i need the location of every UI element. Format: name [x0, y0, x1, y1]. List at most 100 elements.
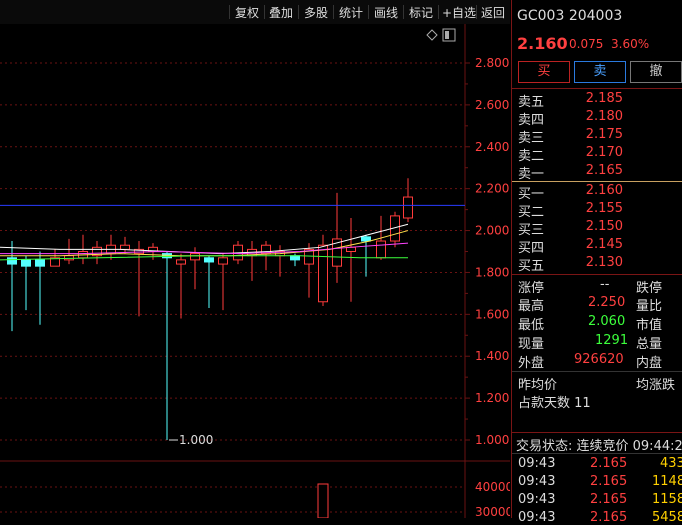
current-volume-value: 1291	[595, 333, 629, 348]
ask-row-2[interactable]: 卖二 2.170	[512, 145, 682, 164]
y-tick-label: 1.600	[475, 307, 509, 321]
bid-price: 2.130	[585, 255, 623, 270]
limit-down-label: 跌停	[636, 281, 663, 296]
total-volume-label: 总量	[636, 337, 663, 352]
candle-body	[376, 240, 386, 259]
y-tick-label: 2.600	[475, 98, 509, 112]
bid-label: 买二	[518, 205, 545, 220]
code-number: 204003	[568, 8, 623, 24]
volume-bars	[317, 483, 329, 518]
ask-row-1[interactable]: 卖一 2.165	[512, 163, 682, 182]
y-tick-label: 1.000	[475, 433, 509, 447]
toolbar-add-watchlist-button[interactable]: +自选	[442, 4, 476, 21]
divider	[512, 274, 682, 275]
chart-toolbar: 复权 叠加 多股 统计 画线 标记 +自选 返回	[0, 0, 510, 24]
candle-body	[190, 253, 200, 261]
toolbar-divider	[476, 5, 477, 19]
sell-button[interactable]: 卖	[574, 61, 626, 83]
trade-price: 2.165	[590, 492, 628, 507]
price-change-pct: 3.60%	[611, 37, 650, 51]
toolbar-stats-button[interactable]: 统计	[339, 4, 363, 21]
candle-body	[361, 236, 371, 242]
ask-label: 卖三	[518, 131, 545, 146]
toolbar-divider	[229, 5, 230, 19]
toolbar-divider	[368, 5, 369, 19]
divider	[512, 371, 682, 372]
prev-avg-price-label: 昨均价	[518, 378, 558, 393]
candle-body	[64, 255, 74, 261]
toolbar-overlay-button[interactable]: 叠加	[269, 4, 293, 21]
toolbar-divider	[438, 5, 439, 19]
ask-row-4[interactable]: 卖四 2.180	[512, 109, 682, 128]
ask-price: 2.180	[585, 109, 623, 124]
toolbar-divider	[333, 5, 334, 19]
candle-body	[403, 196, 413, 219]
y-tick-label: 1.200	[475, 391, 509, 405]
trade-volume: 1158	[652, 492, 682, 507]
ask-price: 2.165	[585, 163, 623, 178]
candles	[7, 178, 413, 440]
divider	[512, 453, 682, 454]
code-text: GC003	[517, 8, 565, 24]
ask-label: 卖五	[518, 95, 545, 110]
toolbar-divider	[403, 5, 404, 19]
candle-body	[204, 257, 214, 263]
y-tick-label: 2.200	[475, 182, 509, 196]
candlestick-chart[interactable]: 2.800 2.600 2.400 2.200 2.000 1.800 1.600 1.400…	[0, 24, 510, 518]
toolbar-fuquan-button[interactable]: 复权	[235, 4, 259, 21]
toolbar-draw-line-button[interactable]: 画线	[374, 4, 398, 21]
trade-time: 09:43	[518, 492, 556, 507]
toolbar-mark-button[interactable]: 标记	[409, 4, 433, 21]
ask-label: 卖一	[518, 167, 545, 182]
cancel-button[interactable]: 撤	[630, 61, 682, 83]
volume-tick-label: 40000	[475, 480, 510, 494]
funding-days: 占款天数 11	[518, 396, 591, 411]
outer-volume-value: 926620	[574, 352, 624, 367]
toolbar-back-button[interactable]: 返回	[481, 4, 505, 21]
candle-body	[7, 257, 17, 265]
candle-body	[290, 255, 300, 261]
trade-volume: 433	[660, 456, 682, 471]
candle-body	[176, 259, 186, 265]
outer-volume-label: 外盘	[518, 356, 545, 371]
bid-label: 买五	[518, 259, 545, 274]
y-tick-label: 2.000	[475, 224, 509, 238]
bid-label: 买三	[518, 223, 545, 238]
y-tick-label: 1.400	[475, 349, 509, 363]
y-tick-label: 2.400	[475, 140, 509, 154]
security-code: GC003 204003	[517, 8, 622, 24]
trade-time: 09:43	[518, 474, 556, 489]
bid-row-3[interactable]: 买三 2.150	[512, 219, 682, 238]
volume-tick-label: 30000	[475, 505, 510, 518]
ask-price: 2.170	[585, 145, 623, 160]
inner-volume-label: 内盘	[636, 356, 663, 371]
divider	[512, 432, 682, 433]
trade-volume: 1148	[652, 474, 682, 489]
y-tick-label: 1.800	[475, 265, 509, 279]
trade-status: 交易状态: 连续竞价 09:44:2	[516, 439, 682, 454]
panel-toggle-icon[interactable]	[442, 28, 456, 42]
bid-price: 2.155	[585, 201, 623, 216]
divider	[512, 88, 682, 89]
min-price-label: 1.000	[179, 433, 213, 447]
bid-row-5[interactable]: 买五 2.130	[512, 255, 682, 274]
bid-row-1[interactable]: 买一 2.160	[512, 183, 682, 202]
bid-row-2[interactable]: 买二 2.155	[512, 201, 682, 220]
ask-label: 卖四	[518, 113, 545, 128]
buy-button[interactable]: 买	[518, 61, 570, 83]
diamond-icon[interactable]	[426, 29, 438, 41]
ask-row-5[interactable]: 卖五 2.185	[512, 91, 682, 110]
bid-price: 2.150	[585, 219, 623, 234]
quote-panel: GC003 204003 2.160 0.075 3.60% 买 卖 撤 卖五 2…	[511, 0, 682, 525]
toolbar-multi-stock-button[interactable]: 多股	[304, 4, 328, 21]
high-value: 2.250	[588, 295, 626, 310]
bid-row-4[interactable]: 买四 2.145	[512, 237, 682, 256]
ask-row-3[interactable]: 卖三 2.175	[512, 127, 682, 146]
volume-ratio-label: 量比	[636, 299, 663, 314]
toolbar-divider	[298, 5, 299, 19]
ask-price: 2.175	[585, 127, 623, 142]
trade-time: 09:43	[518, 456, 556, 471]
chart-grid	[0, 24, 510, 518]
last-price: 2.160	[517, 34, 568, 53]
trade-price: 2.165	[590, 456, 628, 471]
